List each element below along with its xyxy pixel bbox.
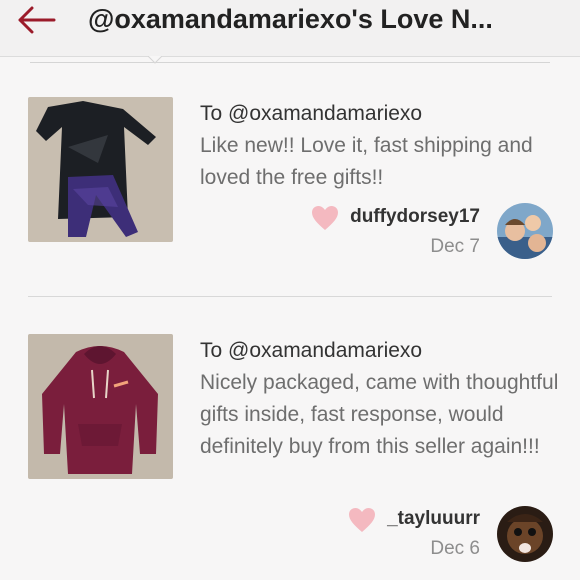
reviewer-username[interactable]: duffydorsey17 bbox=[345, 206, 480, 228]
avatar-image bbox=[497, 203, 553, 259]
heart-icon[interactable] bbox=[311, 205, 339, 231]
review-text: Nicely packaged, came with thoughtful gi… bbox=[200, 371, 559, 458]
review-recipient: To @oxamandamariexo bbox=[200, 339, 423, 362]
review-date: Dec 7 bbox=[430, 236, 480, 257]
reviewer-avatar[interactable] bbox=[497, 203, 553, 259]
back-arrow-icon bbox=[18, 6, 56, 34]
review-recipient: To @oxamandamariexo bbox=[200, 102, 423, 125]
listing-photo[interactable] bbox=[28, 334, 173, 479]
tab-underline bbox=[30, 56, 550, 63]
reviewer-avatar[interactable] bbox=[497, 506, 553, 562]
pointer-notch bbox=[148, 56, 162, 64]
listing-photo-image bbox=[28, 97, 173, 242]
page-title: @oxamandamariexo's Love N... bbox=[88, 4, 493, 34]
review-date: Dec 6 bbox=[430, 538, 480, 559]
reviewer-username[interactable]: _tayluuurr bbox=[380, 508, 480, 530]
top-bar: @oxamandamariexo's Love N... bbox=[0, 0, 580, 57]
heart-icon[interactable] bbox=[348, 507, 376, 533]
review-text: Like new!! Love it, fast shipping and lo… bbox=[200, 134, 533, 189]
review-divider bbox=[28, 296, 552, 297]
back-button[interactable] bbox=[16, 6, 58, 34]
avatar-image bbox=[497, 506, 553, 562]
listing-photo[interactable] bbox=[28, 97, 173, 242]
listing-photo-image bbox=[28, 334, 173, 479]
